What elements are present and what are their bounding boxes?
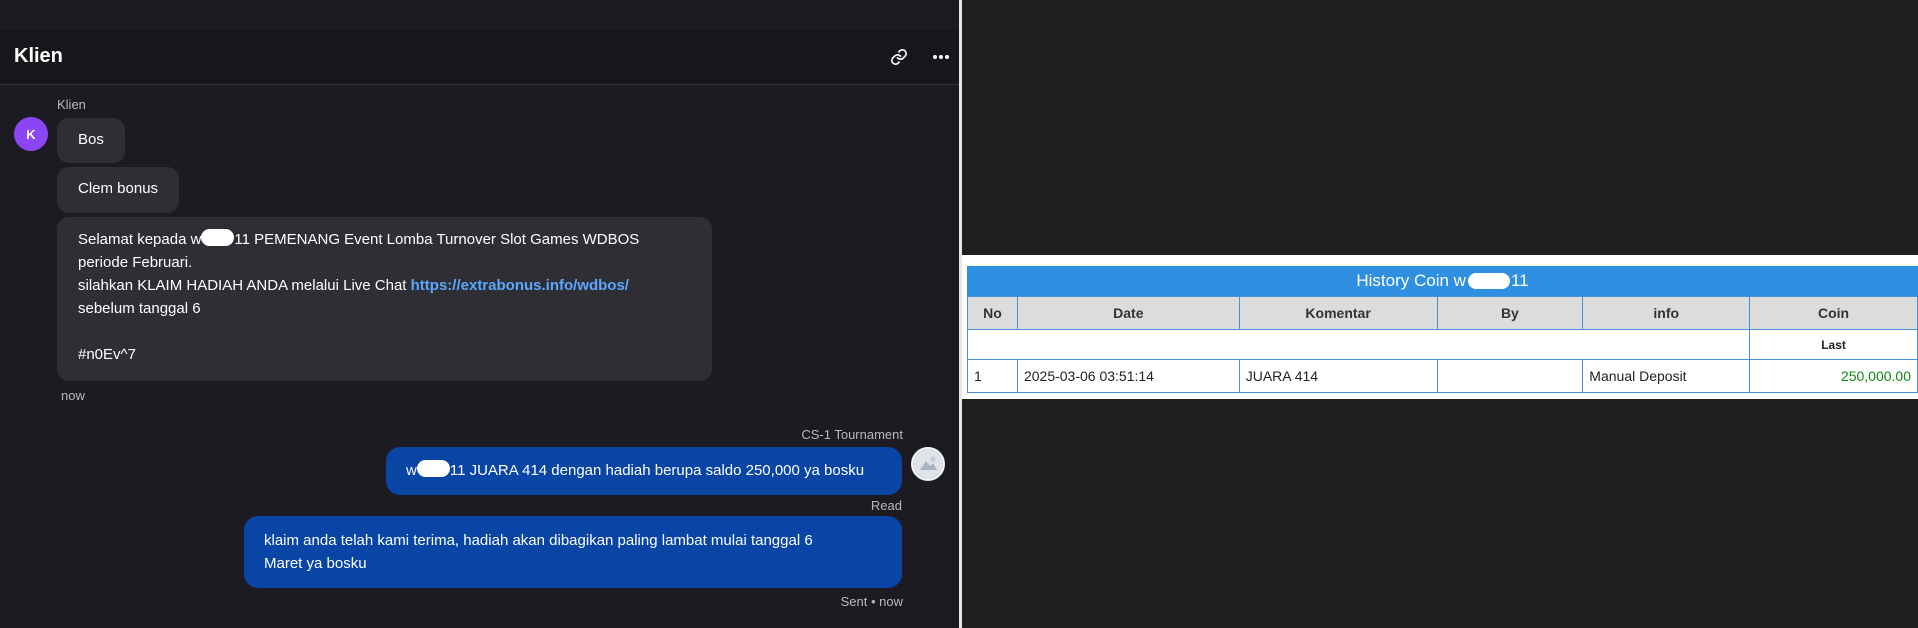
message-line: silahkan KLAIM HADIAH ANDA melalui Live … <box>78 274 691 297</box>
read-status: Read <box>870 498 902 513</box>
message-line: Selamat kepada w 11 PEMENANG Event Lomba … <box>78 228 691 251</box>
column-header-komentar: Komentar <box>1238 296 1438 330</box>
history-coin-panel: History Coin w 11 No Date Komentar By inf… <box>962 255 1918 399</box>
message-line: #n0Ev^7 <box>78 346 136 363</box>
redaction-mask <box>416 460 450 477</box>
cell-date: 2025-03-06 03:51:14 <box>1016 359 1240 393</box>
column-header-info: info <box>1582 296 1751 330</box>
outgoing-message: klaim anda telah kami terima, hadiah aka… <box>244 516 902 588</box>
column-header-date: Date <box>1016 296 1240 330</box>
incoming-message: Clem bonus <box>57 167 180 213</box>
screenshot-root: Klien Klien K Bos Clem bonus Selamat kep… <box>0 0 1918 628</box>
message-line: sebelum tanggal 6 <box>78 300 201 317</box>
incoming-message: Selamat kepada w 11 PEMENANG Event Lomba … <box>57 217 712 381</box>
message-text: w <box>406 462 417 479</box>
message-line: periode Februari. <box>78 254 193 271</box>
agent-name: CS-1 Tournament <box>801 427 903 442</box>
table-header-row: No Date Komentar By info Coin <box>967 296 1918 330</box>
message-text: 11 JUARA 414 dengan hadiah berupa saldo … <box>449 462 865 479</box>
column-header-no: No <box>967 296 1018 330</box>
message-text: Selamat kepada w <box>78 231 202 248</box>
incoming-message: Bos <box>57 118 125 163</box>
cell-by <box>1436 359 1584 393</box>
redaction-mask <box>1467 273 1510 289</box>
sent-status: Sent • now <box>840 594 903 609</box>
column-header-by: By <box>1436 296 1584 330</box>
chat-header: Klien <box>0 30 959 85</box>
more-horizontal-icon[interactable] <box>928 44 954 70</box>
message-timestamp: now <box>61 388 85 403</box>
column-header-coin: Coin <box>1749 296 1918 330</box>
message-link[interactable]: https://extrabonus.info/wdbos/ <box>411 277 629 294</box>
outgoing-message: w 11 JUARA 414 dengan hadiah berupa saldo… <box>386 447 902 495</box>
agent-avatar[interactable] <box>911 447 945 481</box>
top-strip <box>0 0 959 30</box>
avatar[interactable]: K <box>14 117 48 151</box>
title-text: 11 <box>1510 271 1529 290</box>
history-title: History Coin w 11 <box>967 266 1918 296</box>
chat-title: Klien <box>14 45 63 67</box>
cell-coin: 250,000.00 <box>1749 359 1918 393</box>
title-text: History Coin w <box>1356 271 1466 290</box>
chat-panel: Klien Klien K Bos Clem bonus Selamat kep… <box>0 0 959 628</box>
cell-no: 1 <box>967 359 1018 393</box>
link-icon[interactable] <box>886 44 912 70</box>
message-line: klaim anda telah kami terima, hadiah aka… <box>264 532 813 549</box>
message-line: Maret ya bosku <box>264 555 367 572</box>
message-text: silahkan KLAIM HADIAH ANDA melalui Live … <box>78 277 411 294</box>
table-subheader-row: Last <box>966 329 1918 360</box>
sender-name: Klien <box>57 97 86 112</box>
table-row: 1 2025-03-06 03:51:14 JUARA 414 Manual D… <box>967 359 1918 393</box>
history-table: No Date Komentar By info Coin Last 1 202… <box>966 296 1918 393</box>
cell-info: Manual Deposit <box>1582 359 1751 393</box>
empty-cell <box>966 329 1751 360</box>
redaction-mask <box>201 229 235 246</box>
message-text: 11 PEMENANG Event Lomba Turnover Slot Ga… <box>234 231 640 248</box>
last-label: Last <box>1749 329 1918 360</box>
cell-komentar: JUARA 414 <box>1238 359 1438 393</box>
